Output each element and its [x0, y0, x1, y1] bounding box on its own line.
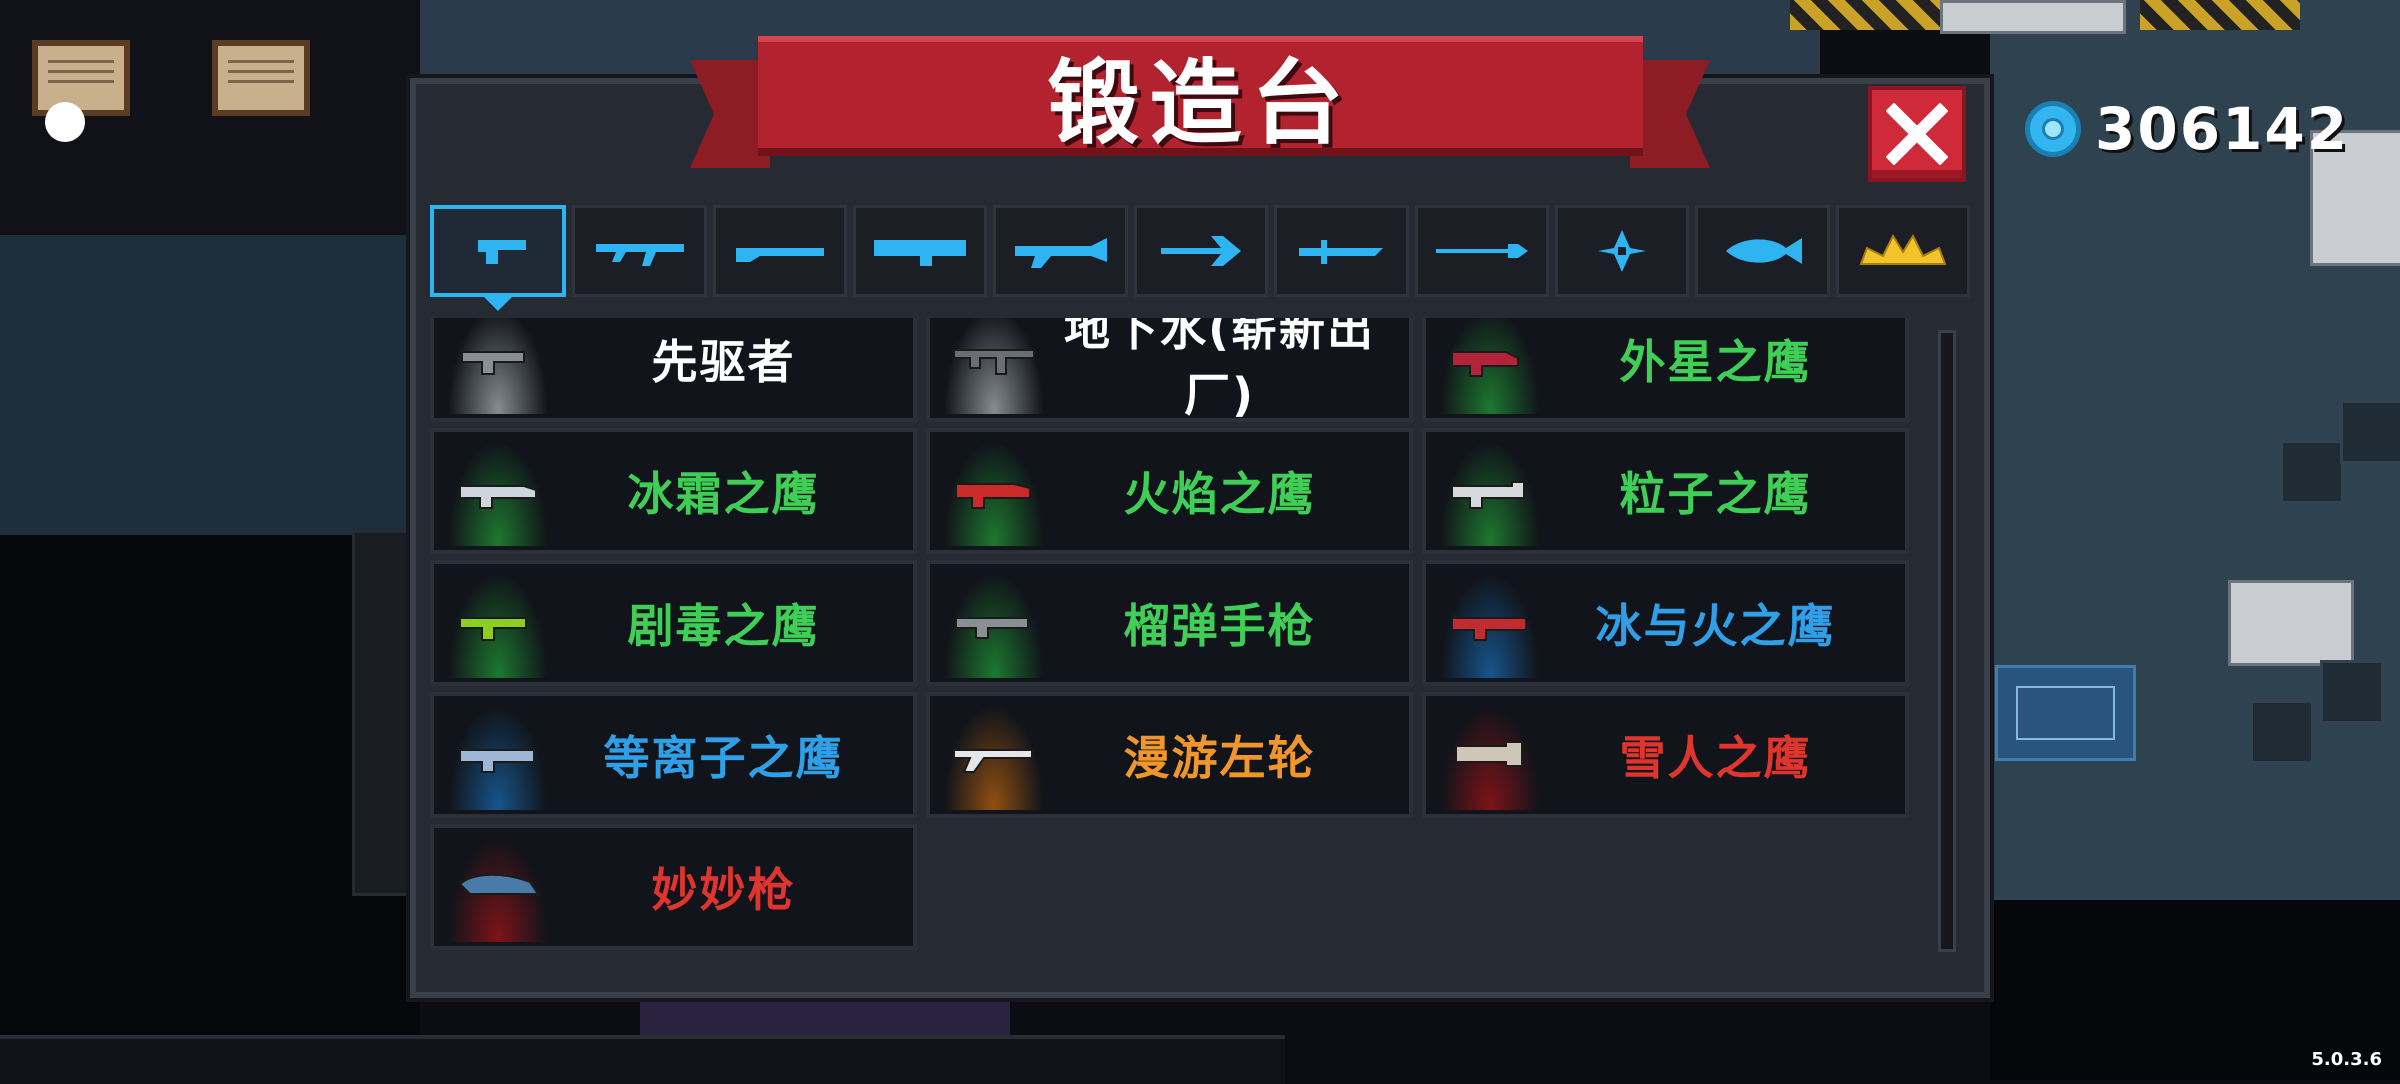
weapon-card[interactable]: 冰与火之鹰 — [1422, 560, 1909, 686]
weapon-category-tabs — [430, 205, 1970, 311]
rifle-icon — [595, 244, 684, 266]
tab-launcher[interactable] — [853, 205, 988, 297]
tab-special[interactable] — [993, 205, 1128, 297]
machine — [2228, 580, 2354, 666]
hazard-stripes — [2140, 0, 2300, 30]
tab-crown[interactable] — [1835, 205, 1970, 297]
smg-icon — [953, 349, 1035, 375]
ledge — [352, 530, 418, 896]
currency-display: 306142 — [2025, 94, 2349, 164]
sword-icon — [1299, 240, 1384, 264]
fish-icon — [1726, 238, 1803, 264]
close-icon — [1886, 103, 1948, 165]
weapon-card[interactable]: 等离子之鹰 — [430, 692, 917, 818]
crate — [2320, 660, 2384, 724]
weapon-card[interactable]: 冰霜之鹰 — [430, 428, 917, 554]
weapon-name: 冰霜之鹰 — [627, 467, 820, 521]
weapon-card[interactable]: 妙妙枪 — [430, 824, 917, 950]
grenade-pistol-icon — [955, 617, 1029, 639]
ice-fire-eagle-gun-icon — [1451, 617, 1527, 641]
weapon-name: 粒子之鹰 — [1619, 467, 1812, 521]
plasma-eagle-gun-icon — [459, 749, 535, 773]
toxic-eagle-gun-icon — [459, 617, 527, 641]
weapon-name: 榴弹手枪 — [1123, 599, 1316, 653]
weapon-name: 地下水(崭新出厂) — [1063, 318, 1376, 422]
weapon-card[interactable]: 外星之鹰 — [1422, 318, 1909, 422]
joystick-knob[interactable] — [45, 102, 85, 142]
weapon-name: 火焰之鹰 — [1123, 467, 1316, 521]
wall-pillar — [1940, 0, 2126, 34]
particle-eagle-gun-icon — [1451, 481, 1525, 509]
weapon-card[interactable]: 粒子之鹰 — [1422, 428, 1909, 554]
snowman-eagle-gun-icon — [1455, 741, 1523, 767]
title-banner: 锻造台 — [758, 36, 1643, 157]
weapon-card[interactable]: 漫游左轮 — [926, 692, 1413, 818]
weapon-list: 先驱者 地下水(崭新出厂) 外星之鹰冰霜之鹰 火焰之鹰 粒子之鹰剧毒之鹰 榴弹手枪 冰与火之… — [430, 318, 1930, 958]
bottom-wall — [0, 1035, 1285, 1084]
tab-spear[interactable] — [1414, 205, 1549, 297]
tab-bow[interactable] — [1133, 205, 1269, 297]
tab-pistol[interactable] — [430, 205, 567, 311]
weapon-card[interactable]: 地下水(崭新出厂) — [926, 318, 1413, 422]
alien-eagle-gun-icon — [1451, 351, 1519, 377]
pistol-icon — [478, 240, 527, 264]
crate — [2340, 400, 2400, 464]
turtle-gun-icon — [458, 873, 540, 895]
launcher-icon — [874, 240, 967, 266]
blue-gem-coin-icon — [2025, 101, 2081, 157]
weapon-card[interactable]: 先驱者 — [430, 318, 917, 422]
revolver-icon — [953, 749, 1033, 773]
weapon-name: 先驱者 — [651, 335, 796, 389]
crate — [2280, 440, 2344, 504]
gray-gun-icon — [461, 351, 525, 375]
weapon-name: 漫游左轮 — [1123, 731, 1316, 785]
shuriken-icon — [1598, 230, 1647, 272]
blueprint-table — [1995, 665, 2136, 761]
wall-picture-frame — [32, 40, 130, 116]
tab-shotgun[interactable] — [712, 205, 848, 297]
weapon-card[interactable]: 火焰之鹰 — [926, 428, 1413, 554]
tab-fish[interactable] — [1695, 205, 1830, 297]
crate — [2250, 700, 2314, 764]
weapon-name: 外星之鹰 — [1619, 335, 1812, 389]
scrollbar[interactable] — [1938, 330, 1956, 952]
weapon-name: 雪人之鹰 — [1619, 731, 1812, 785]
shotgun-icon — [735, 248, 824, 262]
tab-sword[interactable] — [1274, 205, 1409, 297]
fire-eagle-gun-icon — [955, 483, 1031, 509]
version-label: 5.0.3.6 — [2311, 1049, 2382, 1070]
bow-icon — [1160, 236, 1241, 266]
weapon-name: 冰与火之鹰 — [1595, 599, 1836, 653]
weapon-name: 等离子之鹰 — [603, 731, 844, 785]
tab-rifle[interactable] — [572, 205, 707, 297]
weapon-card[interactable]: 榴弹手枪 — [926, 560, 1413, 686]
wall-picture-frame — [212, 40, 310, 116]
weapon-card[interactable]: 雪人之鹰 — [1422, 692, 1909, 818]
currency-value: 306142 — [2095, 95, 2350, 163]
page-title: 锻造台 — [1047, 49, 1354, 157]
weapon-card[interactable]: 剧毒之鹰 — [430, 560, 917, 686]
spear-icon — [1435, 244, 1528, 258]
weapon-grid: 先驱者 地下水(崭新出厂) 外星之鹰冰霜之鹰 火焰之鹰 粒子之鹰剧毒之鹰 榴弹手枪 冰与火之… — [430, 318, 1930, 950]
close-button[interactable] — [1868, 86, 1966, 182]
frost-eagle-gun-icon — [459, 485, 537, 509]
tab-shuriken[interactable] — [1554, 205, 1690, 297]
crown-icon — [1859, 233, 1947, 265]
floor-left — [0, 235, 420, 535]
special-gun-icon — [1014, 238, 1107, 268]
weapon-name: 妙妙枪 — [651, 863, 796, 917]
weapon-name: 剧毒之鹰 — [627, 599, 820, 653]
